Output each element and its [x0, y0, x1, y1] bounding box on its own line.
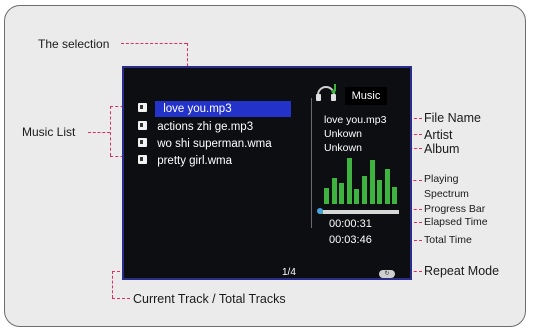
spectrum-bar: [377, 180, 383, 204]
panel-divider: [311, 98, 312, 228]
leader-counter-v: [112, 271, 113, 298]
spectrum-bar: [362, 176, 367, 204]
list-item[interactable]: pretty girl.wma: [138, 153, 232, 169]
leader-music-list-h: [88, 132, 110, 133]
spectrum-bar: [369, 160, 375, 204]
leader-counter-bottom: [112, 298, 130, 299]
artist-text: Unkown: [324, 128, 362, 140]
label-progress-bar: Progress Bar: [424, 203, 486, 215]
track-name: pretty girl.wma: [157, 155, 232, 167]
list-item[interactable]: love you.mp3: [138, 101, 291, 117]
list-item[interactable]: wo shi superman.wma: [138, 136, 272, 152]
label-the-selection: The selection: [38, 37, 110, 51]
label-playing: Playing: [424, 173, 459, 185]
music-file-icon: [138, 121, 147, 130]
music-file-icon: [138, 155, 147, 164]
label-total-time: Total Time: [424, 234, 472, 246]
total-time: 00:03:46: [329, 234, 372, 246]
spectrum-bar: [354, 189, 360, 204]
repeat-mode-icon[interactable]: ↻: [379, 270, 395, 278]
spectrum-bar: [339, 183, 345, 204]
music-mode-label: Music: [345, 87, 387, 105]
headphones-icon: [316, 84, 336, 101]
progress-bar[interactable]: [317, 208, 399, 214]
track-name: actions zhi ge.mp3: [157, 121, 254, 133]
track-name: wo shi superman.wma: [157, 138, 272, 150]
label-current-total-tracks: Current Track / Total Tracks: [133, 292, 286, 306]
label-repeat-mode: Repeat Mode: [424, 264, 500, 278]
progress-knob[interactable]: [317, 208, 323, 214]
file-name-text: love you.mp3: [324, 114, 387, 126]
label-music-list: Music List: [22, 125, 76, 139]
music-file-icon: [138, 103, 147, 112]
label-elapsed-time: Elapsed Time: [424, 216, 488, 228]
leader-selection-h: [121, 43, 187, 44]
label-album: Album: [424, 142, 460, 156]
label-spectrum: Spectrum: [424, 188, 469, 200]
elapsed-time: 00:00:31: [329, 218, 372, 230]
spectrum-bar: [346, 158, 352, 204]
track-counter: 1/4: [282, 267, 296, 278]
leader-music-list-v: [110, 106, 111, 156]
album-text: Unkown: [324, 142, 362, 154]
music-file-icon: [138, 138, 147, 147]
track-name: love you.mp3: [163, 103, 232, 115]
list-item[interactable]: actions zhi ge.mp3: [138, 119, 253, 135]
spectrum-bar: [392, 187, 398, 204]
label-file-name: File Name: [424, 111, 481, 125]
spectrum-bar: [331, 178, 337, 204]
spectrum-bar: [324, 188, 329, 204]
label-artist: Artist: [424, 128, 453, 142]
playing-spectrum: [324, 154, 402, 204]
player-screen: love you.mp3 actions zhi ge.mp3 wo shi s…: [122, 66, 412, 280]
spectrum-bar: [384, 169, 390, 204]
